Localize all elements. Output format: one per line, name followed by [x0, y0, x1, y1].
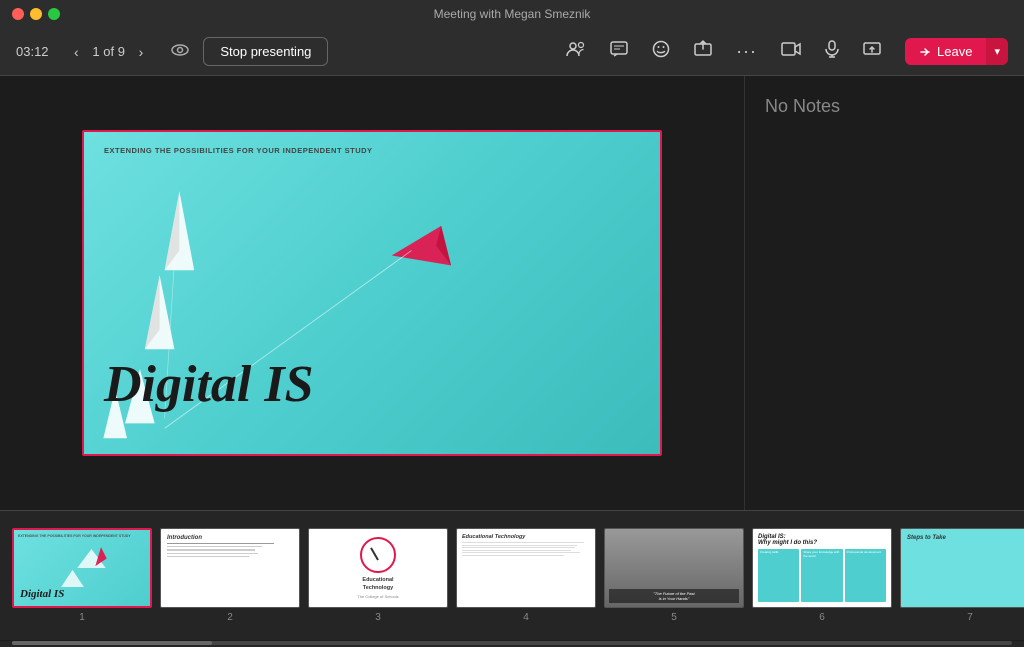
thumbnail-container-1[interactable]: EXTENDING THE POSSIBILITIES FOR YOUR IND…: [12, 528, 152, 623]
maximize-button[interactable]: [48, 8, 60, 20]
thumbnail-container-2[interactable]: Introduction 2: [160, 528, 300, 623]
thumbnail-7[interactable]: Steps to Take: [900, 528, 1024, 608]
leave-label: Leave: [937, 44, 972, 59]
thumb-5-caption: "The Future of the Pastis in Your Hands": [609, 589, 739, 603]
thumbnail-5[interactable]: "The Future of the Pastis in Your Hands": [604, 528, 744, 608]
thumb-4-title: Educational Technology: [462, 534, 590, 540]
scrollbar-area: [0, 641, 1024, 647]
thumb-2-line-4: [167, 553, 258, 554]
thumbnail-container-5[interactable]: "The Future of the Pastis in Your Hands"…: [604, 528, 744, 623]
thumb-num-1: 1: [79, 612, 85, 623]
participants-button[interactable]: [558, 37, 594, 66]
thumb-4-line-5: [462, 552, 580, 553]
thumb-num-3: 3: [375, 612, 381, 623]
main-content: EXTENDING THE POSSIBILITIES FOR YOUR IND…: [0, 76, 1024, 510]
share-content-button[interactable]: [686, 36, 720, 67]
reactions-button[interactable]: [644, 36, 678, 67]
thumbnail-container-7[interactable]: Steps to Take 7: [900, 528, 1024, 623]
traffic-lights: [12, 8, 60, 20]
thumbnail-3[interactable]: Educational Technology The College of Sc…: [308, 528, 448, 608]
thumb-6-card-1: Creating skills: [758, 549, 799, 602]
thumb-4-line-6: [462, 555, 564, 556]
slide-title: Digital IS: [104, 355, 314, 414]
thumb-5-inner: "The Future of the Pastis in Your Hands": [605, 529, 743, 607]
thumbnail-4[interactable]: Educational Technology: [456, 528, 596, 608]
notes-panel: No Notes: [744, 76, 1024, 510]
thumb-num-2: 2: [227, 612, 233, 623]
thumb-num-4: 4: [523, 612, 529, 623]
scrollbar-thumb[interactable]: [12, 641, 212, 645]
thumb-6-cards: Creating skills Share your knowledge wit…: [758, 549, 886, 602]
minimize-button[interactable]: [30, 8, 42, 20]
thumbnail-container-4[interactable]: Educational Technology 4: [456, 528, 596, 623]
thumb-4-line-4: [462, 550, 571, 551]
leave-button[interactable]: Leave: [905, 38, 986, 65]
meeting-timer: 03:12: [16, 44, 52, 59]
close-button[interactable]: [12, 8, 24, 20]
slide-frame: EXTENDING THE POSSIBILITIES FOR YOUR IND…: [82, 130, 662, 456]
chat-button[interactable]: [602, 37, 636, 66]
thumb-4-line-1: [462, 542, 584, 543]
thumb-7-title: Steps to Take: [907, 535, 1024, 541]
more-options-button[interactable]: ···: [728, 37, 765, 66]
thumb-num-7: 7: [967, 612, 973, 623]
leave-chevron-button[interactable]: ▾: [986, 38, 1008, 65]
slide-count: 1 of 9: [89, 44, 129, 59]
thumbnail-container-6[interactable]: Digital IS:Why might I do this? Creating…: [752, 528, 892, 623]
window-title: Meeting with Megan Smeznik: [434, 7, 591, 21]
thumb-6-title: Digital IS:Why might I do this?: [758, 534, 886, 546]
view-button[interactable]: [165, 39, 195, 65]
thumb-2-line-1: [167, 543, 274, 544]
video-button[interactable]: [773, 38, 809, 65]
thumb-1-title: Digital IS: [20, 588, 64, 600]
slide-navigation: ‹ 1 of 9 ›: [68, 40, 149, 64]
thumb-4-line-2: [462, 545, 577, 546]
thumb-4-line-3: [462, 547, 575, 548]
toolbar: 03:12 ‹ 1 of 9 › Stop presenting: [0, 28, 1024, 76]
thumb-3-text: Educational Technology The College of Sc…: [357, 577, 398, 598]
thumb-2-line-2: [167, 546, 262, 547]
thumbnail-1[interactable]: EXTENDING THE POSSIBILITIES FOR YOUR IND…: [12, 528, 152, 608]
thumbnail-6[interactable]: Digital IS:Why might I do this? Creating…: [752, 528, 892, 608]
prev-slide-button[interactable]: ‹: [68, 40, 85, 64]
thumbnail-2[interactable]: Introduction: [160, 528, 300, 608]
thumb-6-card-3: Professional development: [845, 549, 886, 602]
thumbnail-container-3[interactable]: Educational Technology The College of Sc…: [308, 528, 448, 623]
thumb-6-card-2: Share your knowledge with the world: [801, 549, 842, 602]
thumb-num-5: 5: [671, 612, 677, 623]
thumb-3-circle: [360, 537, 396, 573]
stop-presenting-button[interactable]: Stop presenting: [203, 37, 328, 66]
thumb-2-line-5: [167, 556, 249, 557]
thumbnail-strip: EXTENDING THE POSSIBILITIES FOR YOUR IND…: [0, 510, 1024, 640]
title-bar: Meeting with Megan Smeznik: [0, 0, 1024, 28]
slide-inner: EXTENDING THE POSSIBILITIES FOR YOUR IND…: [84, 132, 660, 454]
no-notes-text: No Notes: [765, 96, 840, 116]
thumb-2-title: Introduction: [167, 535, 293, 541]
thumb-2-line-3: [167, 549, 255, 550]
share-screen-button[interactable]: [855, 36, 889, 67]
next-slide-button[interactable]: ›: [133, 40, 150, 64]
mic-button[interactable]: [817, 36, 847, 67]
scrollbar-track: [12, 641, 1012, 645]
slide-area: EXTENDING THE POSSIBILITIES FOR YOUR IND…: [0, 76, 744, 510]
thumb-num-6: 6: [819, 612, 825, 623]
